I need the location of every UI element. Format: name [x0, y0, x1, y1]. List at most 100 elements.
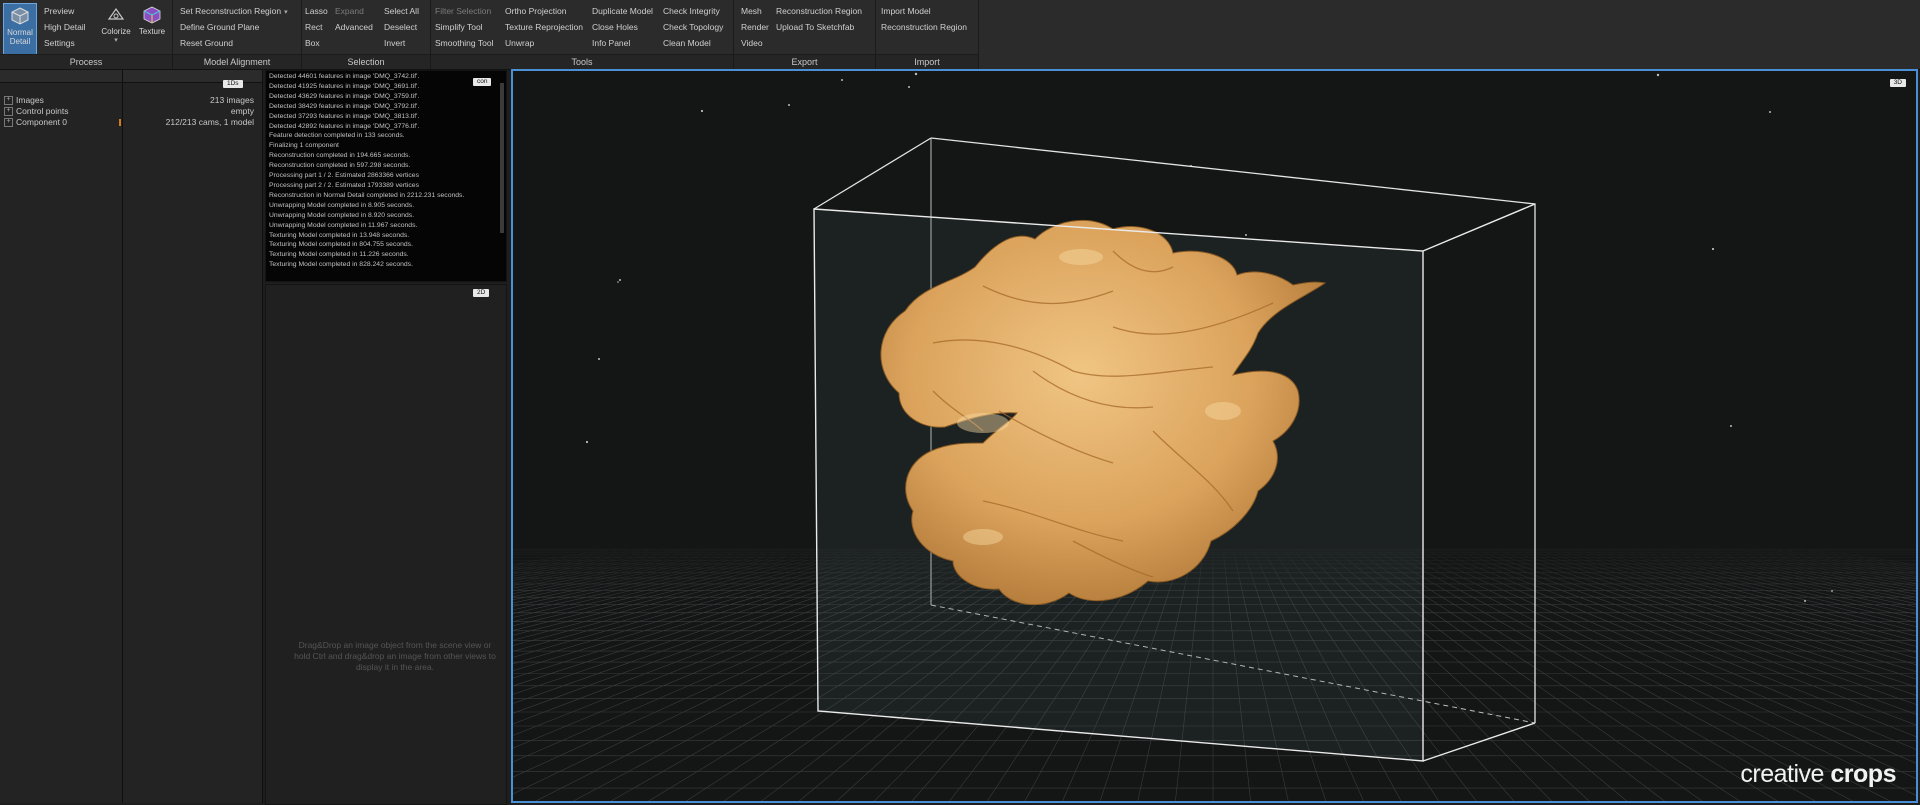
- normal-detail-button[interactable]: Normal Detail: [3, 3, 37, 55]
- scene-3d[interactable]: [513, 71, 1916, 801]
- tree-item-value: empty: [230, 106, 254, 116]
- render-button[interactable]: Render: [741, 22, 769, 33]
- import-group-label: Import: [876, 54, 978, 69]
- creative-crops-watermark: creative crops: [1740, 760, 1896, 789]
- clean-model-button[interactable]: Clean Model: [663, 38, 711, 49]
- video-button[interactable]: Video: [741, 38, 763, 49]
- ortho-projection-button[interactable]: Ortho Projection: [505, 6, 566, 17]
- close-holes-button[interactable]: Close Holes: [592, 22, 638, 33]
- model-alignment-group: Set Reconstruction Region ▾ Define Ground…: [173, 0, 302, 69]
- mesh-export-button[interactable]: Mesh: [741, 6, 762, 17]
- view-3d-viewport[interactable]: 3D creative crops: [511, 69, 1918, 803]
- cube-icon: [11, 7, 29, 25]
- view-2d-tag[interactable]: 2D: [473, 289, 490, 297]
- drag-drop-hint: Drag&Drop an image object from the scene…: [294, 640, 496, 672]
- colorize-label: Colorize: [101, 27, 131, 36]
- tools-group: Filter Selection Simplify Tool Smoothing…: [431, 0, 734, 69]
- project-panel-divider: [122, 70, 123, 803]
- smoothing-tool-button[interactable]: Smoothing Tool: [435, 38, 493, 49]
- console-line: Detected 41925 features in image 'DMQ_36…: [269, 82, 420, 90]
- ribbon-toolbar: Normal Detail Preview High Detail Settin…: [0, 0, 1920, 70]
- console-log: Detected 44601 features in image 'DMQ_37…: [269, 72, 496, 270]
- check-topology-button[interactable]: Check Topology: [663, 22, 723, 33]
- preview-button[interactable]: Preview: [44, 6, 74, 17]
- tree-item-component-0[interactable]: + Component 0 212/213 cams, 1 model: [4, 117, 258, 128]
- texture-reprojection-button[interactable]: Texture Reprojection: [505, 22, 583, 33]
- advanced-button[interactable]: Advanced: [335, 22, 373, 33]
- console-line: Processing part 1 / 2. Estimated 2863366…: [269, 172, 419, 180]
- export-group: Mesh Render Video Reconstruction Region …: [734, 0, 876, 69]
- texture-label: Texture: [138, 27, 166, 36]
- select-all-button[interactable]: Select All: [384, 6, 419, 17]
- console-line: Detected 44601 features in image 'DMQ_37…: [269, 73, 420, 80]
- lasso-button[interactable]: Lasso: [305, 6, 328, 17]
- tree-item-label: Control points: [16, 106, 69, 116]
- model-alignment-group-label: Model Alignment: [173, 54, 301, 69]
- expand-icon[interactable]: +: [4, 107, 13, 117]
- tools-group-label: Tools: [431, 54, 733, 69]
- console-line: Unwrapping Model completed in 8.905 seco…: [269, 201, 415, 209]
- deselect-button[interactable]: Deselect: [384, 22, 417, 33]
- console-line: Detected 42892 features in image 'DMQ_37…: [269, 122, 420, 130]
- console-line: Texturing Model completed in 13.948 seco…: [269, 231, 410, 239]
- tree-item-value: 213 images: [210, 95, 254, 105]
- expand-icon[interactable]: +: [4, 118, 13, 128]
- console-scrollbar[interactable]: [500, 83, 504, 233]
- upload-to-sketchfab-button[interactable]: Upload To Sketchfab: [776, 22, 854, 33]
- tree-item-value: 212/213 cams, 1 model: [165, 117, 254, 127]
- console-line: Processing part 2 / 2. Estimated 1793389…: [269, 181, 419, 189]
- console-line: Feature detection completed in 133 secon…: [269, 132, 405, 140]
- project-tree-panel: 1Ds + Images 213 images + Control points e…: [0, 70, 263, 803]
- view-3d-tag[interactable]: 3D: [1889, 79, 1906, 87]
- tree-item-control-points[interactable]: + Control points empty: [4, 106, 258, 117]
- export-group-label: Export: [734, 54, 875, 69]
- rect-button[interactable]: Rect: [305, 22, 322, 33]
- import-reconstruction-region-button[interactable]: Reconstruction Region: [881, 22, 967, 33]
- process-group: Normal Detail Preview High Detail Settin…: [0, 0, 173, 69]
- texture-button[interactable]: Texture: [135, 3, 169, 53]
- selection-group-label: Selection: [302, 54, 430, 69]
- view-2d-panel: 2D Drag&Drop an image object from the sc…: [265, 284, 507, 805]
- watermark-bold: crops: [1830, 760, 1896, 788]
- process-group-label: Process: [0, 54, 172, 69]
- export-reconstruction-region-button[interactable]: Reconstruction Region: [776, 6, 862, 17]
- high-detail-button[interactable]: High Detail: [44, 22, 86, 33]
- console-line: Detected 38429 features in image 'DMQ_37…: [269, 102, 420, 110]
- set-region-label: Set Reconstruction Region: [180, 6, 282, 16]
- normal-detail-label: Normal Detail: [7, 28, 33, 46]
- simplify-tool-button[interactable]: Simplify Tool: [435, 22, 483, 33]
- colorize-icon: [107, 7, 125, 20]
- selection-group: Lasso Expand Rect Advanced Box Select Al…: [302, 0, 431, 69]
- project-view-tag[interactable]: 1Ds: [223, 80, 243, 88]
- box-button[interactable]: Box: [305, 38, 320, 49]
- dropdown-arrow-icon: ▾: [284, 9, 288, 16]
- colorize-button[interactable]: Colorize ▾: [99, 3, 133, 53]
- console-line: Reconstruction in Normal Detail complete…: [269, 191, 465, 199]
- settings-button[interactable]: Settings: [44, 38, 75, 49]
- check-integrity-button[interactable]: Check Integrity: [663, 6, 720, 17]
- duplicate-model-button[interactable]: Duplicate Model: [592, 6, 653, 17]
- console-line: Reconstruction completed in 194.665 seco…: [269, 152, 411, 160]
- watermark-light: creative: [1740, 760, 1831, 788]
- expand-icon[interactable]: +: [4, 96, 13, 106]
- import-group: Import Model Reconstruction Region Impor…: [876, 0, 979, 69]
- import-model-button[interactable]: Import Model: [881, 6, 931, 17]
- expand-button[interactable]: Expand: [335, 6, 364, 17]
- set-reconstruction-region-button[interactable]: Set Reconstruction Region ▾: [180, 6, 288, 18]
- invert-button[interactable]: Invert: [384, 38, 405, 49]
- tree-item-images[interactable]: + Images 213 images: [4, 95, 258, 106]
- info-panel-button[interactable]: Info Panel: [592, 38, 630, 49]
- console-line: Detected 37293 features in image 'DMQ_38…: [269, 112, 420, 120]
- console-line: Texturing Model completed in 828.242 sec…: [269, 261, 413, 269]
- console-line: Finalizing 1 component: [269, 142, 339, 150]
- filter-selection-button[interactable]: Filter Selection: [435, 6, 491, 17]
- console-line: Texturing Model completed in 804.755 sec…: [269, 241, 413, 249]
- unwrap-button[interactable]: Unwrap: [505, 38, 534, 49]
- console-line: Unwrapping Model completed in 11.967 sec…: [269, 221, 418, 229]
- tree-item-label: Images: [16, 95, 44, 105]
- reset-ground-button[interactable]: Reset Ground: [180, 38, 233, 49]
- define-ground-plane-button[interactable]: Define Ground Plane: [180, 22, 259, 33]
- console-line: Detected 43629 features in image 'DMQ_37…: [269, 92, 420, 100]
- texture-icon: [143, 6, 161, 24]
- console-line: Texturing Model completed in 11.226 seco…: [269, 251, 409, 259]
